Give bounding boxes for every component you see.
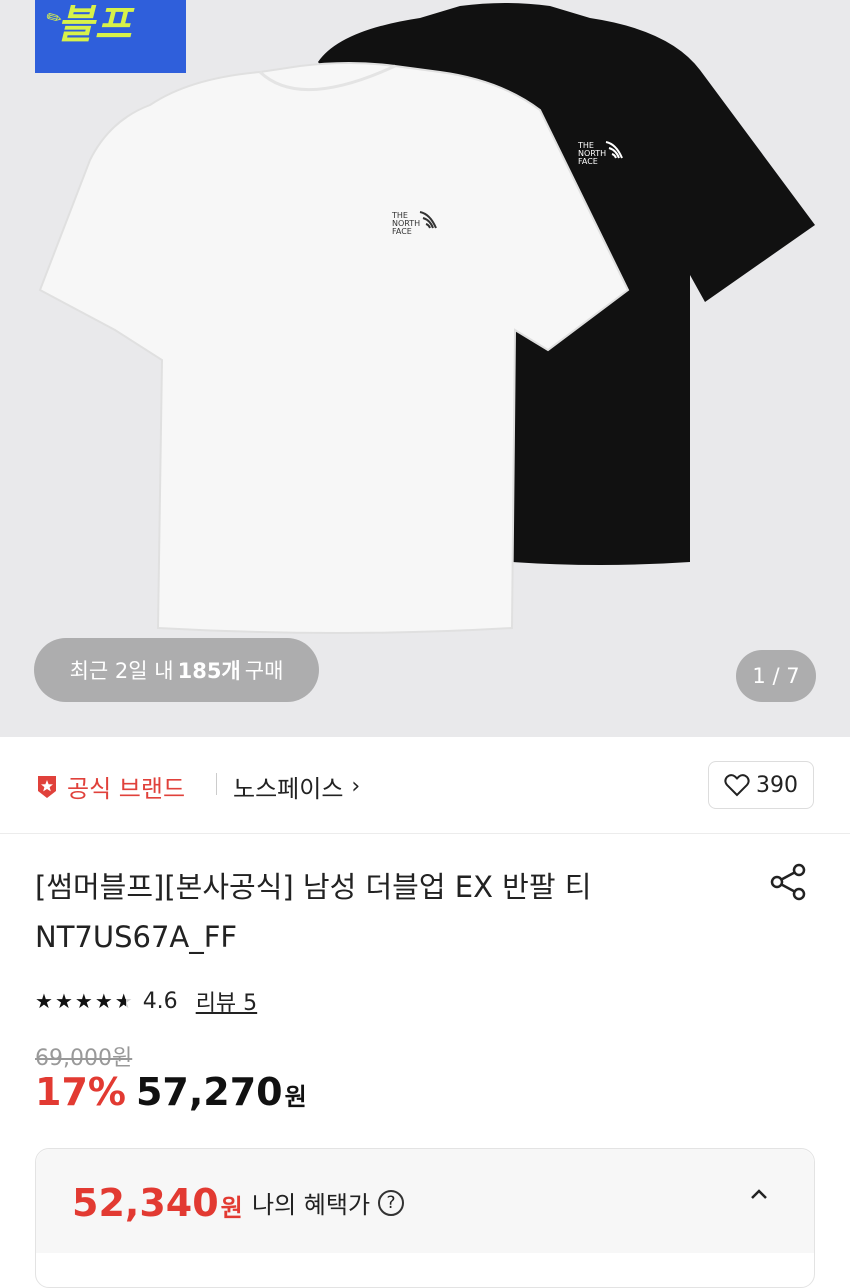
currency-unit: 원 (284, 1083, 307, 1111)
original-price: 69,000원 (35, 1046, 133, 1071)
help-icon[interactable]: ? (378, 1189, 405, 1216)
svg-text:FACE: FACE (392, 227, 412, 236)
star-icon: ★ (35, 989, 53, 1013)
recent-count: 185개 (177, 659, 241, 683)
like-button[interactable]: 390 (708, 761, 814, 809)
product-image-carousel[interactable]: THE NORTH FACE THE NORTH FACE ✎ 블프 최근 2일… (0, 0, 850, 737)
product-image: THE NORTH FACE THE NORTH FACE (38, 3, 815, 634)
recent-suffix: 구매 (244, 659, 284, 683)
benefit-label: 나의 혜택가 ? (252, 1185, 405, 1220)
brand-row: 공식 브랜드 노스페이스 › 390 (0, 737, 850, 834)
chevron-up-icon[interactable] (748, 1183, 770, 1205)
benefit-price: 52,340 원 (72, 1181, 243, 1225)
star-icon: ★ (54, 989, 73, 1013)
star-rating: ★ ★ ★ ★ ★ (35, 989, 135, 1013)
image-counter: 1 / 7 (736, 650, 816, 702)
official-brand-label: 공식 브랜드 (67, 775, 186, 803)
recent-purchase-pill: 최근 2일 내 185개 구매 (34, 638, 319, 702)
rating-value: 4.6 (142, 988, 178, 1014)
chevron-right-icon: › (351, 774, 361, 799)
official-brand-badge: 공식 브랜드 (35, 769, 185, 804)
half-star-icon: ★ (114, 989, 133, 1013)
heart-icon (724, 774, 750, 797)
star-icon: ★ (94, 989, 113, 1013)
benefit-price-value: 52,340 (72, 1181, 219, 1225)
rating-row: ★ ★ ★ ★ ★ 4.6 리뷰 5 (35, 985, 257, 1017)
like-count: 390 (756, 772, 798, 798)
review-link[interactable]: 리뷰 5 (196, 985, 257, 1017)
star-icon: ★ (74, 989, 93, 1013)
discount-rate: 17% (35, 1070, 126, 1114)
benefit-currency: 원 (220, 1194, 243, 1222)
svg-text:FACE: FACE (578, 157, 598, 166)
promo-badge: ✎ 블프 (35, 0, 186, 73)
benefit-label-text: 나의 혜택가 (252, 1191, 371, 1219)
official-star-icon (38, 775, 56, 798)
product-title: [썸머블프][본사공식] 남성 더블업 EX 반팔 티 NT7US67A_FF (35, 870, 592, 954)
divider (216, 773, 217, 795)
brand-link[interactable]: 노스페이스 › (233, 769, 360, 804)
price-row: 17% 57,270 원 (35, 1070, 307, 1114)
brand-name: 노스페이스 (233, 775, 344, 803)
recent-prefix: 최근 2일 내 (69, 659, 174, 683)
share-icon[interactable] (768, 862, 808, 902)
benefit-price-panel: 52,340 원 나의 혜택가 ? (35, 1148, 815, 1288)
benefit-header[interactable]: 52,340 원 나의 혜택가 ? (36, 1149, 814, 1253)
promo-text: 블프 (57, 2, 133, 48)
sale-price: 57,270 (135, 1070, 283, 1114)
